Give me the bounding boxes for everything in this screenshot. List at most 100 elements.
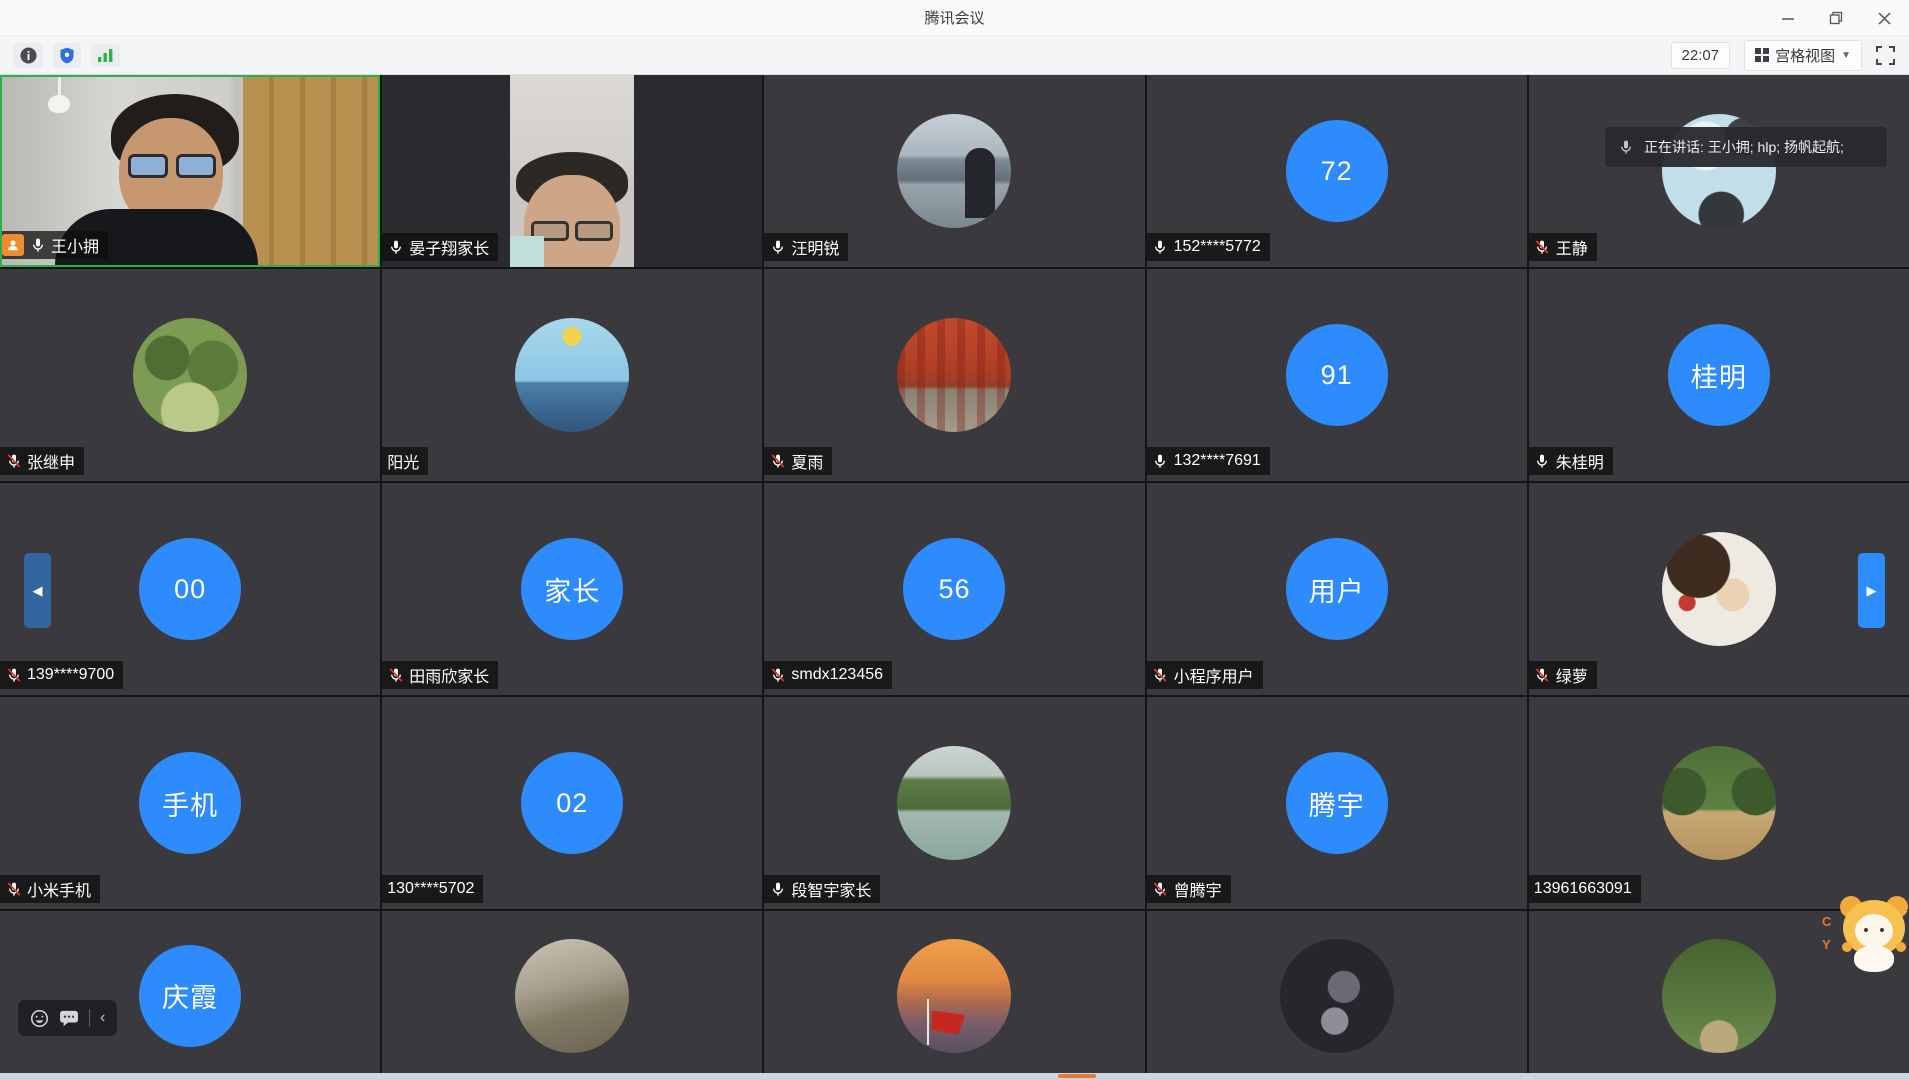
park-avatar [133,318,248,432]
mic-icon [1152,239,1169,256]
collapse-chevron-icon[interactable]: ‹ [100,1009,105,1027]
sticker-eye [1864,928,1868,932]
participant-name: 朱桂明 [1555,455,1604,472]
participant-tile[interactable]: 张继申 [0,269,381,481]
participant-tile[interactable]: 庆霞 [0,911,381,1080]
participant-label: 田雨欣家长 [382,661,499,689]
participant-label: 小程序用户 [1146,661,1263,689]
participant-name: 晏子翔家长 [409,241,490,258]
network-signal-icon[interactable] [91,43,120,67]
mountains-river-avatar [897,746,1012,860]
minimize-icon[interactable] [1777,7,1799,29]
participant-name: 152****5772 [1173,238,1261,255]
participant-name: 130****5702 [387,880,475,897]
city-avatar [897,114,1012,228]
video-person-decor [510,236,545,267]
participant-tile[interactable]: 王小拥 [0,75,381,267]
mic-muted-icon [5,453,22,470]
participant-tile[interactable] [764,911,1145,1080]
participant-tile[interactable]: 汪明锐 [764,75,1145,267]
participant-tile[interactable]: 家长田雨欣家长 [382,483,763,695]
meeting-info-icon[interactable] [14,42,43,68]
mic-muted-icon [1534,667,1551,684]
participant-label: 晏子翔家长 [382,233,499,261]
video-person-decor [124,154,220,180]
initials-text: 庆霞 [162,983,219,1013]
participant-tile[interactable]: 王静 [1528,75,1909,267]
participant-name: 阳光 [387,455,420,472]
participant-tile[interactable]: 绿萝 [1528,483,1909,695]
mic-icon [769,881,786,898]
tiger-reaction-sticker: C Y [1822,888,1909,974]
chevron-down-icon: ▼ [1841,49,1851,61]
next-page-arrow[interactable]: ▶ [1858,553,1885,628]
mic-muted-icon [5,881,22,898]
title-bar: 腾讯会议 [0,0,1909,36]
participant-tile[interactable]: 手机 小米手机 [0,697,381,909]
sticker-eye [1880,928,1884,932]
meeting-timer: 22:07 [1670,41,1731,69]
mic-icon [1534,453,1551,470]
chat-icon[interactable] [59,1010,79,1027]
participant-tile[interactable] [1146,911,1527,1080]
initials-circle: 用户 [1285,538,1388,640]
participant-tile[interactable] [382,911,763,1080]
participant-tile[interactable]: 桂明朱桂明 [1528,269,1909,481]
mic-icon [387,239,404,256]
window-title: 腾讯会议 [924,10,985,27]
participant-tile[interactable]: 56 smdx123456 [764,483,1145,695]
participant-tile[interactable]: 用户小程序用户 [1146,483,1527,695]
layout-view-label: 宫格视图 [1775,47,1836,65]
participant-tile[interactable]: 02 130****5702 [382,697,763,909]
participant-tile[interactable]: 晏子翔家长 [382,75,763,267]
participant-label: 绿萝 [1528,661,1597,689]
previous-page-arrow[interactable]: ◀ [24,553,51,628]
participant-tile[interactable]: 段智宇家长 [764,697,1145,909]
forest-person-avatar [1661,938,1776,1053]
initials-text: 家长 [544,576,601,607]
rocky-mountain-avatar [515,938,630,1053]
sticker-arm [1842,942,1852,952]
initials-text: 56 [938,573,971,604]
portrait-video-decor [510,75,635,267]
initials-circle: 00 [139,538,242,640]
participant-label: 139****9700 [0,661,124,689]
lamp-decor [48,95,70,113]
participant-name: 汪明锐 [791,241,840,258]
participant-tile[interactable]: 91 132****7691 [1146,269,1527,481]
mic-muted-icon [769,667,786,684]
initials-circle: 56 [903,538,1006,640]
mic-icon [29,237,46,254]
initials-circle: 桂明 [1667,324,1770,426]
participant-tile[interactable]: 阳光 [382,269,763,481]
initials-circle: 手机 [139,752,242,854]
layout-view-button[interactable]: 宫格视图 ▼ [1744,39,1862,71]
toolbar-left [14,42,120,68]
participant-name: 小程序用户 [1173,669,1254,686]
mic-muted-icon [5,667,22,684]
sticker-arm [1896,942,1906,952]
participant-tile[interactable]: 13961663091 [1528,697,1909,909]
participant-tile[interactable]: 00 139****9700 [0,483,381,695]
security-shield-icon[interactable] [53,42,81,68]
close-icon[interactable] [1873,7,1895,29]
dark-desk-avatar [1279,938,1394,1053]
initials-text: 桂明 [1690,362,1747,393]
participant-name: smdx123456 [791,666,884,683]
fullscreen-icon[interactable] [1876,45,1895,65]
initials-text: 02 [556,787,589,818]
participant-name: 13961663091 [1533,880,1632,897]
participant-label: 13961663091 [1528,875,1641,903]
participant-label: 王小拥 [2,231,109,259]
meeting-window: 腾讯会议 22:07 宫格视图 ▼ 王小拥 晏子翔家长 汪明锐 72 152**… [0,0,1909,1080]
forest-path-avatar [1661,746,1776,860]
active-speaker-text: 正在讲话: 王小拥; hlp; 扬帆起航; [1644,139,1844,155]
participant-name: 田雨欣家长 [409,669,490,686]
emoji-reaction-icon[interactable] [30,1009,49,1028]
initials-text: 用户 [1308,576,1365,607]
restore-icon[interactable] [1825,7,1847,29]
mic-muted-icon [387,667,404,684]
participant-tile[interactable]: 72 152****5772 [1146,75,1527,267]
participant-tile[interactable]: 夏雨 [764,269,1145,481]
participant-tile[interactable]: 腾宇 曾腾宇 [1146,697,1527,909]
